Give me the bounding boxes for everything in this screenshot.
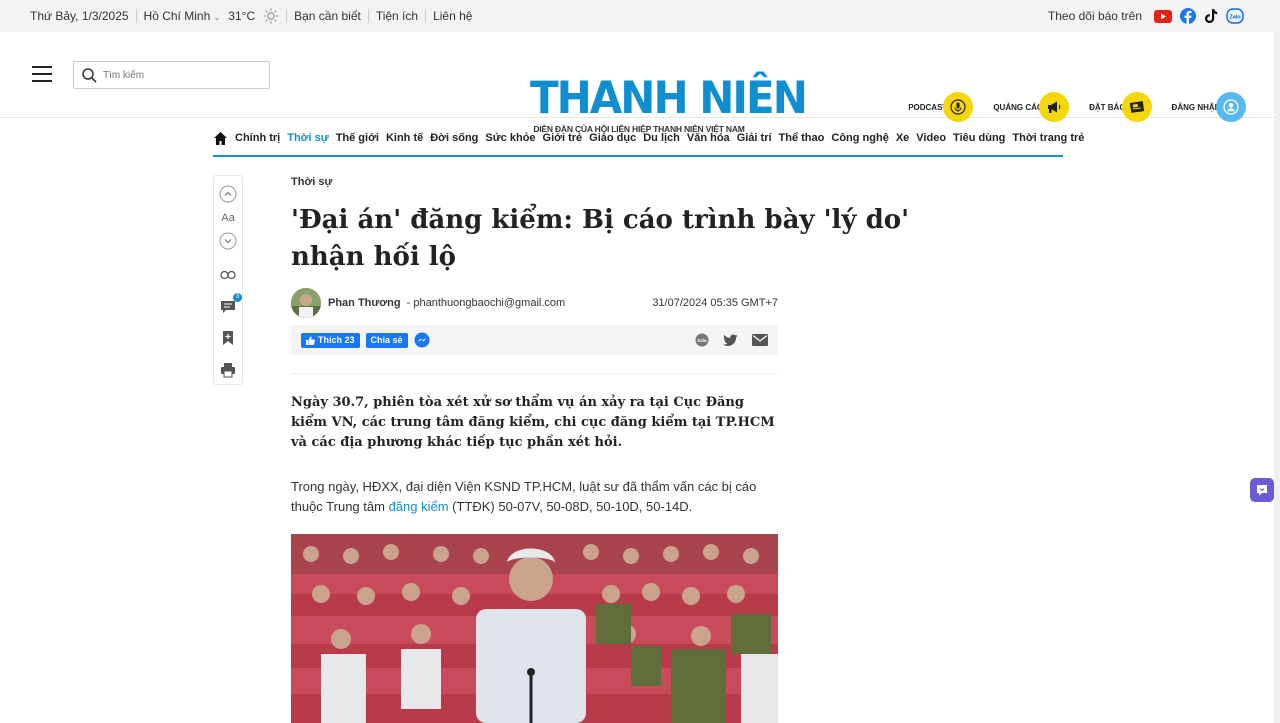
hamburger-menu-icon[interactable] [32,66,52,82]
share-bar: Thích 23 Chia sẻ Zalo [291,325,778,355]
article-toolbar: Aa 3 [213,175,243,385]
nav-item-xe[interactable]: Xe [896,132,909,144]
link-tien-ich[interactable]: Tiện ích [376,9,418,23]
nav-item-giai-tri[interactable]: Giải trí [737,132,772,144]
advertise-button[interactable]: QUẢNG CÁO [993,92,1070,122]
nav-item-kinh-te[interactable]: Kinh tế [386,132,423,144]
nav-item-cong-nghe[interactable]: Công nghệ [831,132,888,144]
floating-widget-button[interactable] [1250,478,1274,502]
youtube-icon[interactable] [1154,9,1172,23]
font-increase-icon[interactable] [218,184,238,204]
thumbs-up-icon [306,336,315,345]
avatar[interactable] [291,288,321,318]
tiktok-icon[interactable] [1204,8,1218,24]
zalo-share-icon[interactable]: Zalo [695,333,709,347]
comment-count-badge: 3 [233,292,242,302]
author-email: - phanthuongbaochi@gmail.com [406,297,566,309]
messenger-icon[interactable] [414,332,430,348]
login-button[interactable]: ĐĂNG NHẬP [1172,92,1246,122]
top-bar: Thứ Bảy, 1/3/2025 Hồ Chí Minh ⌄ 31°C Bạn… [0,0,1280,32]
divider [135,9,137,23]
nav-item-giao-duc[interactable]: Giáo dục [589,132,636,144]
article-photo[interactable] [291,534,778,723]
search-icon[interactable] [82,67,97,83]
newspaper-icon [1121,92,1152,122]
temperature: 31°C [228,9,256,23]
font-size-label: Aa [221,211,235,224]
nav-item-chinh-tri[interactable]: Chính trị [235,132,280,144]
link-lien-he[interactable]: Liên hệ [433,9,472,23]
sun-icon [263,8,279,24]
scrollbar[interactable] [1274,32,1280,723]
city-selector[interactable]: Hồ Chí Minh ⌄ [144,9,221,23]
site-header: THANH NIÊN DIỄN ĐÀN CỦA HỘI LIÊN HIỆP TH… [0,32,1280,134]
bookmark-icon[interactable] [218,329,238,349]
article-category[interactable]: Thời sự [291,176,332,188]
publish-date: 31/07/2024 05:35 GMT+7 [652,297,778,309]
megaphone-icon [1039,92,1070,122]
nav-item-doi-song[interactable]: Đời sống [430,132,478,144]
divider [291,373,778,374]
nav-item-suc-khoe[interactable]: Sức khỏe [485,132,535,144]
nav-item-tieu-dung[interactable]: Tiêu dùng [953,132,1005,144]
font-decrease-icon[interactable] [218,231,238,251]
divider [425,9,427,23]
microphone-icon [943,92,974,122]
nav-item-the-gioi[interactable]: Thế giới [336,132,379,144]
divider [367,9,369,23]
print-icon[interactable] [218,360,238,380]
author-row: Phan Thương - phanthuongbaochi@gmail.com… [291,288,778,318]
nav-item-du-lich[interactable]: Du lịch [643,132,680,144]
nav-item-video[interactable]: Video [916,132,946,144]
article-sapo: Ngày 30.7, phiên tòa xét xử sơ thẩm vụ á… [291,395,775,450]
chat-icon [1255,483,1269,497]
divider [286,9,288,23]
nav-item-the-thao[interactable]: Thể thao [779,132,825,144]
current-date: Thứ Bảy, 1/3/2025 [30,9,129,23]
article-title: 'Đại án' đăng kiểm: Bị cáo trình bày 'lý… [291,205,910,272]
link-ban-can-biet[interactable]: Bạn cần biết [294,9,361,23]
nav-item-gioi-tre[interactable]: Giới trẻ [543,132,583,144]
nav-item-thoi-su[interactable]: Thời sự [287,132,328,144]
subscribe-button[interactable]: ĐẶT BÁO [1089,92,1152,122]
chevron-down-icon: ⌄ [213,13,221,22]
twitter-icon[interactable] [723,334,738,347]
podcast-button[interactable]: PODCAST [908,92,974,122]
keyword-link-dang-kiem[interactable]: đăng kiểm [389,499,449,514]
svg-text:Zalo: Zalo [1229,15,1241,21]
search-input[interactable] [103,69,253,81]
facebook-icon[interactable] [1180,8,1196,24]
logo-wordmark: THANH NIÊN [530,71,808,124]
facebook-like-button[interactable]: Thích 23 [301,332,360,348]
copy-link-icon[interactable] [218,265,238,285]
search-box[interactable] [73,61,270,89]
category-nav: Chính trị Thời sự Thế giới Kinh tế Đời s… [213,121,1084,157]
nav-item-thoi-trang-tre[interactable]: Thời trang trẻ [1012,132,1084,144]
article-paragraph: Trong ngày, HĐXX, đại diện Viện KSND TP.… [291,479,757,514]
email-icon[interactable] [752,334,768,346]
comment-icon[interactable]: 3 [218,292,242,317]
author-name[interactable]: Phan Thương [328,297,401,309]
follow-label: Theo dõi báo trên [1047,9,1142,23]
zalo-icon[interactable]: Zalo [1226,8,1244,24]
facebook-share-button[interactable]: Chia sẻ [365,332,408,348]
header-actions: PODCAST QUẢNG CÁO ĐẶT BÁO ĐĂNG NHẬP [888,92,1246,122]
nav-item-van-hoa[interactable]: Văn hóa [687,132,730,144]
user-icon [1216,92,1246,122]
home-icon[interactable] [213,130,228,146]
svg-text:Zalo: Zalo [697,338,707,343]
